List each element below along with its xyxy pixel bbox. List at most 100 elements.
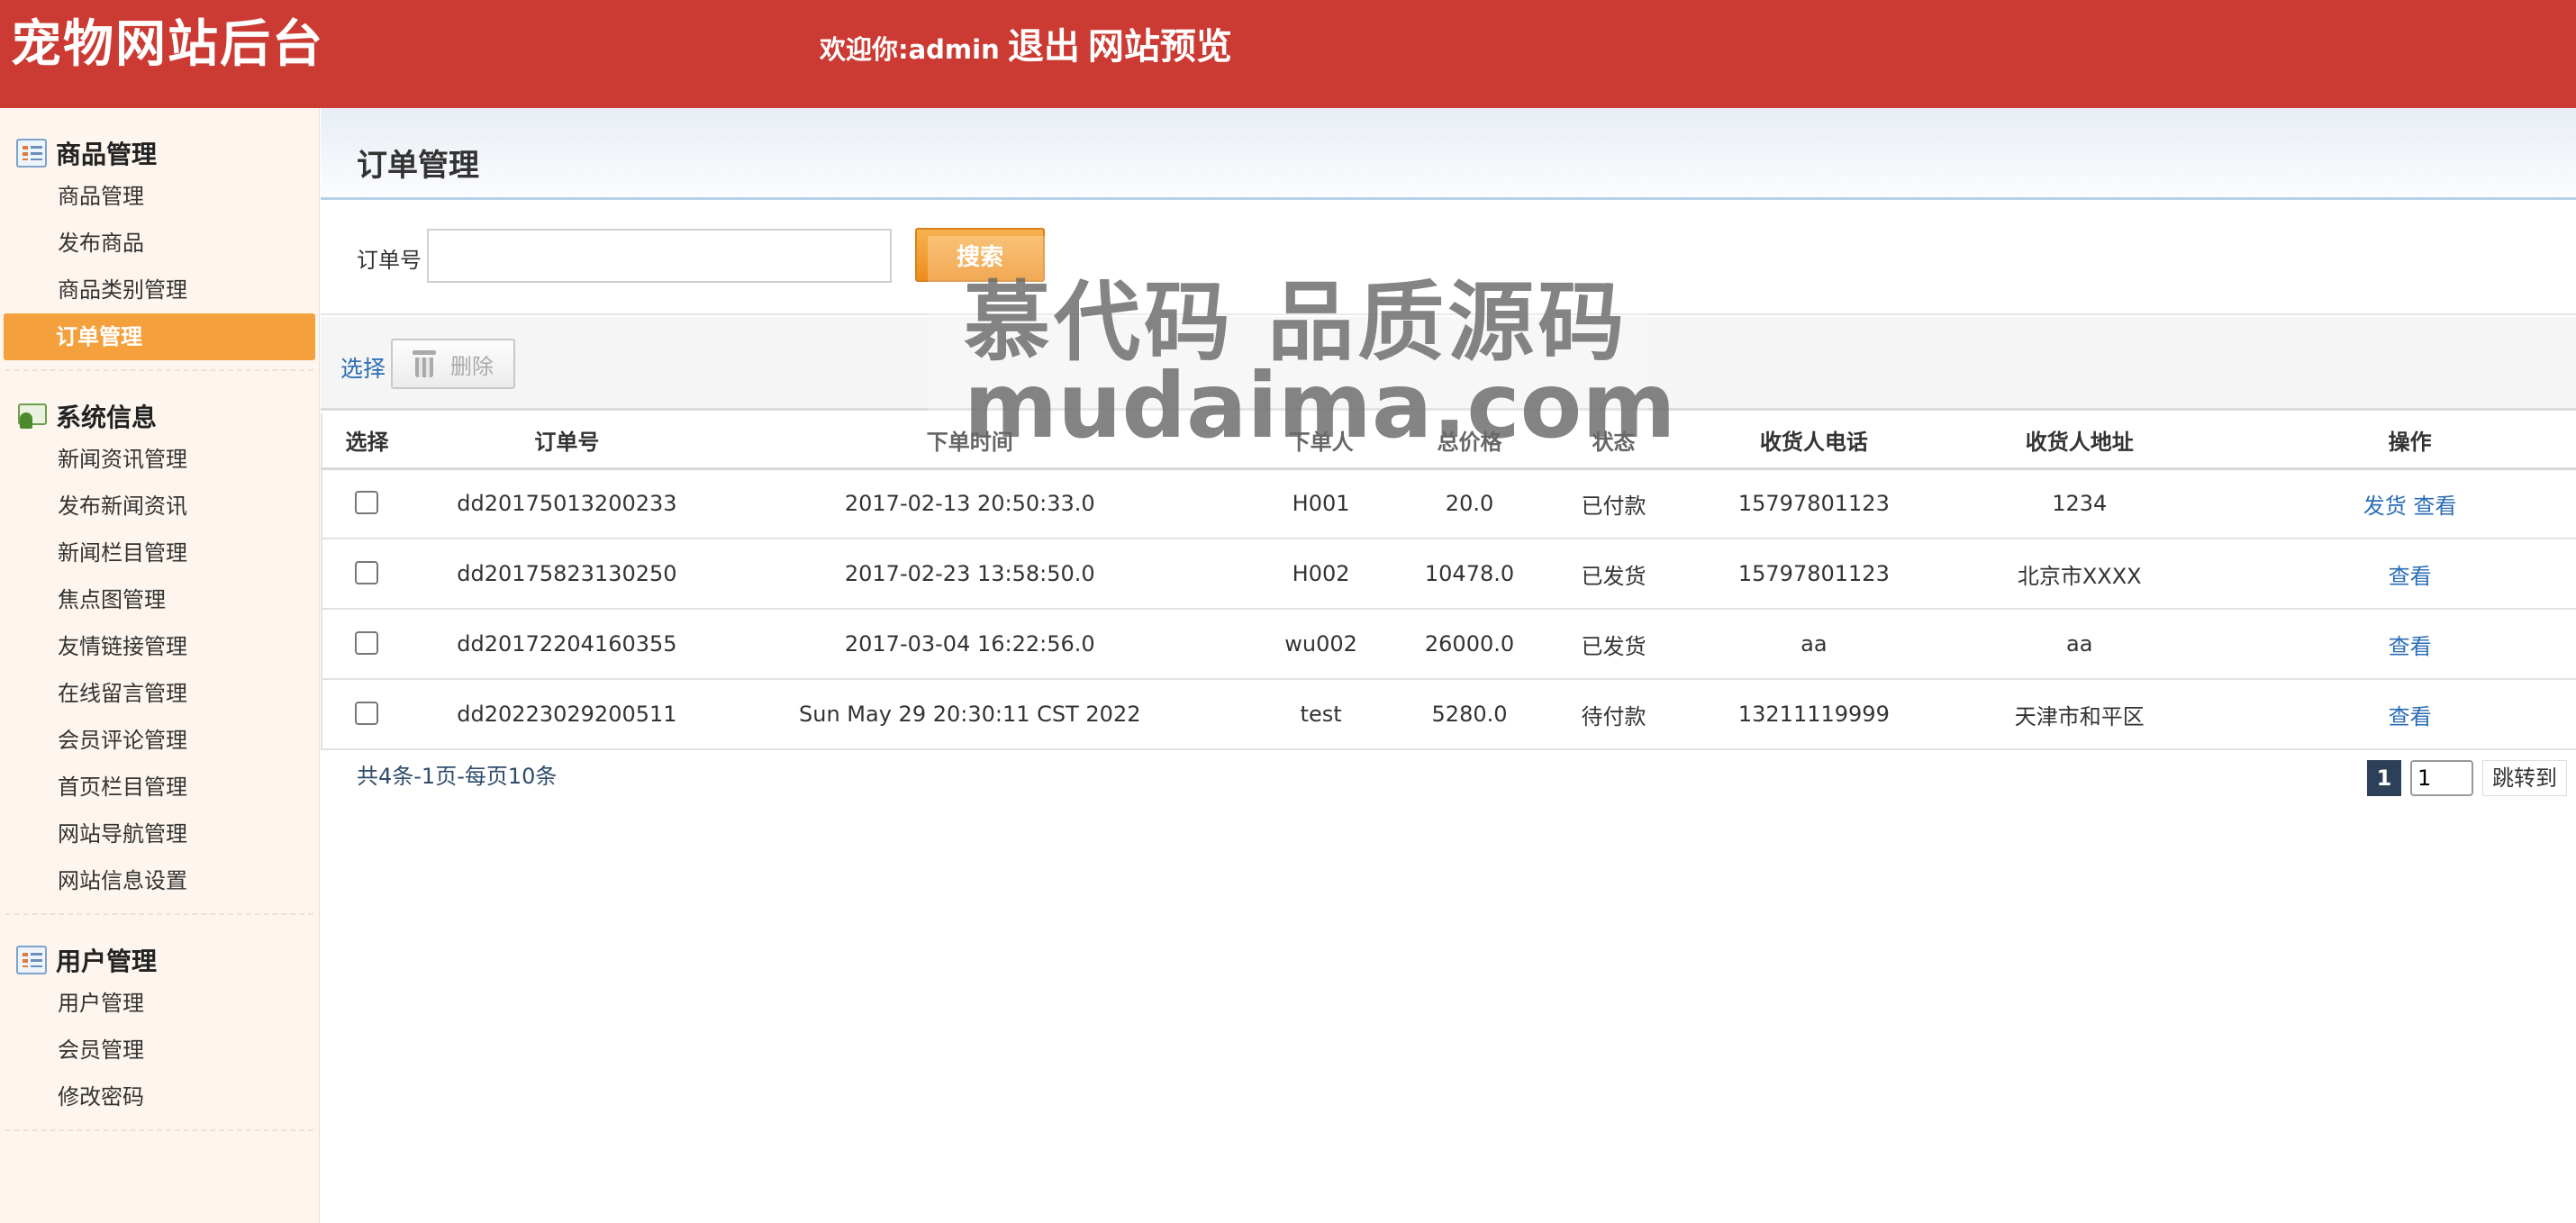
row-checkbox[interactable] (355, 702, 379, 725)
cell-order-no: dd20175013200233 (411, 468, 722, 539)
cell-total: 10478.0 (1424, 539, 1515, 610)
view-link[interactable]: 查看 (2389, 564, 2432, 589)
jump-to-page-button[interactable]: 跳转到 (2482, 760, 2567, 796)
delete-button[interactable]: 删除 (391, 339, 515, 389)
col-header-order-time: 下单时间 (721, 413, 1218, 470)
main-content: 订单管理 订单号 搜索 选择 删除 选择 订单号 下单时间 下单人 总价格 状态… (321, 108, 2576, 1223)
select-all-link[interactable]: 选择 (340, 351, 385, 384)
pagination-info: 共4条-1页-每页10条 (357, 764, 558, 789)
sidebar-item-news-column[interactable]: 新闻栏目管理 (5, 530, 313, 576)
logout-link[interactable]: 退出 (1008, 26, 1080, 68)
cell-actions: 查看 (2244, 539, 2576, 610)
group-title-text: 用户管理 (56, 947, 158, 976)
header-nav: 欢迎你:admin 退出 网站预览 (820, 20, 1232, 81)
sidebar-item-publish-product[interactable]: 发布商品 (5, 220, 313, 267)
sidebar-item-messages[interactable]: 在线留言管理 (5, 670, 313, 717)
sidebar-item-product-manage[interactable]: 商品管理 (5, 173, 313, 220)
col-header-phone: 收货人电话 (1712, 413, 1916, 470)
row-checkbox[interactable] (355, 561, 379, 584)
table-row: dd20172204160355 2017-03-04 16:22:56.0 w… (321, 609, 2576, 680)
cell-address: 1234 (1915, 468, 2245, 539)
view-link[interactable]: 查看 (2413, 494, 2456, 519)
cell-total: 20.0 (1424, 468, 1515, 539)
cell-select (321, 468, 412, 539)
sidebar-item-news-manage[interactable]: 新闻资讯管理 (5, 436, 313, 483)
sidebar-item-order-manage[interactable]: 订单管理 (4, 313, 315, 360)
page-number-input[interactable] (2410, 760, 2473, 796)
trash-icon (413, 350, 436, 377)
col-header-address: 收货人地址 (1915, 413, 2245, 470)
col-header-status: 状态 (1514, 413, 1713, 470)
cell-status: 已发货 (1514, 539, 1713, 610)
menu-group-title: 商品管理 (5, 133, 313, 173)
sidebar-item-friend-links[interactable]: 友情链接管理 (5, 623, 313, 670)
cell-address: 北京市XXXX (1915, 539, 2245, 610)
cell-total: 5280.0 (1424, 679, 1515, 750)
search-area: 订单号 搜索 (321, 203, 2576, 315)
cell-actions: 查看 (2244, 679, 2576, 750)
list-icon (16, 139, 47, 168)
sidebar-item-change-password[interactable]: 修改密码 (5, 1074, 313, 1120)
current-page-button[interactable]: 1 (2367, 760, 2401, 796)
cell-user: wu002 (1217, 609, 1425, 680)
cell-order-no: dd20175823130250 (411, 539, 722, 610)
list-icon (16, 946, 47, 974)
cell-select (321, 679, 412, 750)
cell-address: aa (1915, 609, 2245, 680)
cell-status: 已发货 (1514, 609, 1713, 680)
sidebar-item-focus-image[interactable]: 焦点图管理 (5, 576, 313, 623)
cell-user: H002 (1217, 539, 1425, 610)
cell-actions: 查看 (2244, 609, 2576, 680)
cell-address: 天津市和平区 (1915, 679, 2245, 750)
col-header-actions: 操作 (2244, 413, 2576, 470)
sidebar-item-publish-news[interactable]: 发布新闻资讯 (5, 483, 313, 530)
pager: 1 跳转到 (2367, 760, 2567, 796)
col-header-select: 选择 (321, 413, 412, 470)
table-row: dd20175013200233 2017-02-13 20:50:33.0 H… (321, 468, 2576, 539)
cell-order-no: dd20223029200511 (411, 679, 722, 750)
menu-group-title: 系统信息 (5, 396, 313, 436)
row-checkbox[interactable] (355, 631, 379, 655)
orders-table: 选择 订单号 下单时间 下单人 总价格 状态 收货人电话 收货人地址 操作 dd… (321, 413, 2576, 750)
cell-user: test (1217, 679, 1425, 750)
delete-label: 删除 (450, 353, 494, 379)
order-no-input[interactable] (427, 229, 892, 283)
view-link[interactable]: 查看 (2389, 704, 2432, 729)
col-header-order-no: 订单号 (411, 413, 722, 470)
cell-phone: aa (1712, 609, 1916, 680)
cell-phone: 15797801123 (1712, 539, 1916, 610)
sidebar-item-site-nav[interactable]: 网站导航管理 (5, 811, 313, 857)
sidebar-item-member-comments[interactable]: 会员评论管理 (5, 717, 313, 764)
welcome-text: 欢迎你:admin (820, 34, 1000, 65)
order-no-label: 订单号 (357, 248, 422, 273)
search-button[interactable]: 搜索 (915, 228, 1045, 282)
cell-status: 已付款 (1514, 468, 1713, 539)
sidebar-item-user-manage[interactable]: 用户管理 (5, 980, 313, 1027)
cell-select (321, 609, 412, 680)
site-preview-link[interactable]: 网站预览 (1088, 26, 1232, 68)
page-title-bar: 订单管理 (321, 108, 2576, 200)
cell-order-time: 2017-02-23 13:58:50.0 (721, 539, 1218, 610)
group-title-text: 商品管理 (56, 140, 158, 169)
table-row: dd20175823130250 2017-02-23 13:58:50.0 H… (321, 539, 2576, 610)
sidebar-item-category-manage[interactable]: 商品类别管理 (5, 267, 313, 313)
cell-total: 26000.0 (1424, 609, 1515, 680)
sidebar-item-site-info[interactable]: 网站信息设置 (5, 857, 313, 904)
cell-status: 待付款 (1514, 679, 1713, 750)
sidebar-item-home-columns[interactable]: 首页栏目管理 (5, 764, 313, 811)
ship-link[interactable]: 发货 (2363, 494, 2407, 519)
sidebar-item-member-manage[interactable]: 会员管理 (5, 1027, 313, 1074)
table-row: dd20223029200511 Sun May 29 20:30:11 CST… (321, 679, 2576, 750)
sidebar: 商品管理 商品管理 发布商品 商品类别管理 订单管理 系统信息 新闻资讯管理 发… (0, 108, 320, 1223)
top-header: 宠物网站后台 欢迎你:admin 退出 网站预览 (0, 0, 2576, 108)
row-checkbox[interactable] (355, 491, 379, 515)
cell-order-time: 2017-02-13 20:50:33.0 (721, 468, 1218, 539)
menu-group-users: 用户管理 用户管理 会员管理 修改密码 (5, 915, 313, 1131)
cell-actions: 发货 查看 (2244, 468, 2576, 539)
cell-order-time: 2017-03-04 16:22:56.0 (721, 609, 1218, 680)
cell-order-no: dd20172204160355 (411, 609, 722, 680)
site-title: 宠物网站后台 (11, 15, 324, 74)
col-header-total: 总价格 (1424, 413, 1515, 470)
view-link[interactable]: 查看 (2389, 634, 2432, 659)
menu-group-system: 系统信息 新闻资讯管理 发布新闻资讯 新闻栏目管理 焦点图管理 友情链接管理 在… (5, 371, 313, 915)
